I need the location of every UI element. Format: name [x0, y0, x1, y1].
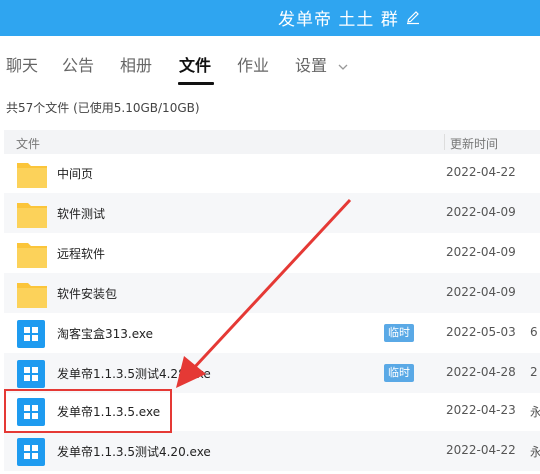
temporary-badge: 临时	[384, 324, 414, 342]
file-name: 发单帝1.1.3.5测试4.20.exe	[57, 445, 211, 459]
file-name: 发单帝1.1.3.5测试4.28.exe	[57, 367, 211, 381]
windows-exe-icon	[16, 319, 48, 349]
file-name: 中间页	[57, 167, 94, 181]
file-date: 2022-04-22	[446, 165, 516, 179]
temporary-badge: 临时	[384, 364, 414, 382]
windows-exe-icon	[16, 437, 48, 467]
file-table-header: 文件 更新时间	[4, 130, 540, 154]
title-bar: 发单帝 土土 群	[0, 0, 540, 36]
tab-chat[interactable]: 聊天	[6, 52, 38, 76]
tab-settings[interactable]: 设置	[295, 52, 348, 76]
edit-pencil-icon[interactable]	[405, 9, 421, 25]
active-tab-indicator	[178, 82, 214, 85]
file-expiry: 2	[530, 365, 538, 379]
column-divider	[444, 134, 445, 150]
folder-row[interactable]: 远程软件 2022-04-09	[4, 233, 540, 273]
windows-exe-icon	[16, 359, 48, 389]
column-header-name[interactable]: 文件	[16, 135, 40, 152]
group-title-area[interactable]: 发单帝 土土 群	[278, 4, 421, 30]
folder-icon	[16, 279, 48, 309]
file-date: 2022-04-09	[446, 285, 516, 299]
tab-files[interactable]: 文件	[179, 52, 211, 76]
tab-homework[interactable]: 作业	[237, 52, 269, 76]
file-name: 软件测试	[57, 207, 106, 221]
file-row[interactable]: 淘客宝盒313.exe 临时 2022-05-03 6	[4, 313, 540, 353]
file-date: 2022-04-28	[446, 365, 516, 379]
group-title: 发单帝 土土 群	[278, 9, 399, 30]
file-expiry: 永	[530, 445, 540, 459]
tab-announcement[interactable]: 公告	[62, 52, 94, 76]
file-date: 2022-04-09	[446, 205, 516, 219]
folder-row[interactable]: 中间页 2022-04-22	[4, 153, 540, 193]
file-expiry: 永	[530, 405, 540, 419]
file-name: 软件安装包	[57, 287, 118, 301]
file-row[interactable]: 发单帝1.1.3.5测试4.20.exe 2022-04-22 永	[4, 431, 540, 471]
file-name: 远程软件	[57, 247, 106, 261]
folder-icon	[16, 239, 48, 269]
tab-album[interactable]: 相册	[120, 52, 152, 76]
file-expiry: 6	[530, 325, 538, 339]
chevron-down-icon	[338, 64, 348, 70]
file-date: 2022-04-09	[446, 245, 516, 259]
tab-bar: 聊天 公告 相册 文件 作业 设置	[0, 44, 540, 86]
file-row[interactable]: 发单帝1.1.3.5测试4.28.exe 临时 2022-04-28 2	[4, 353, 540, 393]
folder-icon	[16, 159, 48, 189]
storage-summary: 共57个文件 (已使用5.10GB/10GB)	[6, 101, 200, 115]
file-name: 淘客宝盒313.exe	[57, 327, 154, 341]
file-date: 2022-05-03	[446, 325, 516, 339]
highlight-annotation-box	[4, 389, 172, 433]
tab-settings-label: 设置	[295, 56, 328, 75]
file-date: 2022-04-22	[446, 443, 516, 457]
folder-icon	[16, 199, 48, 229]
file-date: 2022-04-23	[446, 403, 516, 417]
column-header-time[interactable]: 更新时间	[450, 135, 498, 152]
folder-row[interactable]: 软件安装包 2022-04-09	[4, 273, 540, 313]
folder-row[interactable]: 软件测试 2022-04-09	[4, 193, 540, 233]
